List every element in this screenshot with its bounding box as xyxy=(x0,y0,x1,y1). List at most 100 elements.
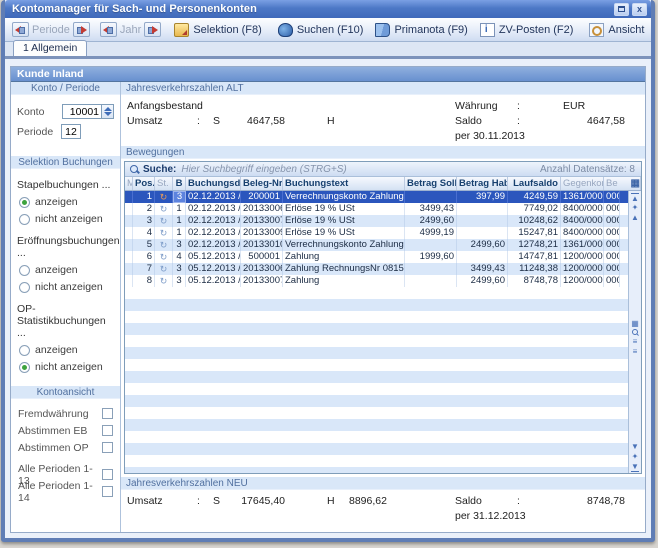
radio-nicht-anzeigen[interactable] xyxy=(19,214,30,225)
column-header[interactable]: St. xyxy=(155,177,173,190)
cell-gegenkonto: 1200/000 xyxy=(561,275,604,287)
card-view-icon[interactable]: ▦ xyxy=(631,319,639,329)
cell-buchungsdatum: 02.12.2013 /Mo xyxy=(186,191,241,203)
section-jvz-alt: Jahresverkehrszahlen ALT xyxy=(121,82,645,95)
periode-next-button[interactable] xyxy=(73,22,90,37)
table-row[interactable]: 6 ↻ 4 05.12.2013 /Do 500001 Zahlung 1999… xyxy=(125,251,628,263)
eroeffnungsbuchungen-title: Eröffnungsbuchungen ... xyxy=(11,235,120,259)
zv-posten-button[interactable]: ZV-Posten (F2) xyxy=(474,20,580,40)
table-row[interactable]: 4 ↻ 1 02.12.2013 /Mo 20133009 Erlöse 19 … xyxy=(125,227,628,239)
column-header[interactable]: Buchungsdatum xyxy=(186,177,241,190)
drucken-button[interactable]: Drucken xyxy=(654,20,658,40)
suchen-button-label: Suchen (F10) xyxy=(297,24,364,36)
list-view-icon[interactable]: ≡ xyxy=(633,337,638,347)
periode-input[interactable] xyxy=(61,124,81,139)
column-header[interactable]: Gegenkonto xyxy=(561,177,604,190)
cell-pos: 8 xyxy=(133,275,155,287)
konto-label: Konto xyxy=(17,106,62,118)
search-binoculars-icon xyxy=(278,23,293,37)
cell-b: 3 xyxy=(173,263,186,275)
konto-input[interactable] xyxy=(62,104,102,119)
scroll-down-icon[interactable]: ▼ xyxy=(631,442,639,452)
column-header[interactable]: Laufsaldo xyxy=(508,177,561,190)
column-header[interactable]: M xyxy=(125,177,133,190)
primanota-button[interactable]: Primanota (F9) xyxy=(369,20,473,40)
colon: : xyxy=(517,100,549,112)
cell-laufsaldo: 8748,78 xyxy=(508,275,561,287)
table-row[interactable]: 1 ↻ 3 02.12.2013 /Mo 200001 Verrechnungs… xyxy=(125,191,628,203)
grid-search-icon[interactable] xyxy=(632,329,639,337)
cell-betrag-soll xyxy=(405,263,457,275)
cell-buchungstext: Zahlung xyxy=(283,275,405,287)
search-input[interactable]: Hier Suchbegriff eingeben (STRG+S) xyxy=(181,164,540,175)
table-row[interactable]: 2 ↻ 1 02.12.2013 /Mo 20133006 Erlöse 19 … xyxy=(125,203,628,215)
umsatz-neu-haben-value: 8896,62 xyxy=(349,495,387,507)
status-refresh-icon: ↻ xyxy=(160,228,168,238)
jahr-prev-button[interactable] xyxy=(100,22,117,37)
goto-record-icon[interactable]: ≡ xyxy=(633,347,638,357)
radio-nicht-anzeigen[interactable] xyxy=(19,362,30,373)
spin-up-icon xyxy=(104,107,112,111)
radio-anzeigen[interactable] xyxy=(19,345,30,356)
abstimmen-op-checkbox[interactable] xyxy=(102,442,113,453)
alle-perioden-14-checkbox[interactable] xyxy=(102,486,113,497)
section-bewegungen: Bewegungen xyxy=(121,146,645,159)
konto-spinner[interactable] xyxy=(102,104,114,119)
cell-status: ↻ xyxy=(155,191,173,203)
cell-status: ↻ xyxy=(155,239,173,251)
cell-beleg-nr: 20133010 xyxy=(241,239,283,251)
cell-betrag-haben: 2499,60 xyxy=(457,239,508,251)
alle-perioden-13-checkbox[interactable] xyxy=(102,469,113,480)
column-header[interactable]: B xyxy=(173,177,186,190)
ansicht-button[interactable]: Ansicht xyxy=(583,20,650,40)
radio-anzeigen[interactable] xyxy=(19,265,30,276)
grid-rows: 1 ↻ 3 02.12.2013 /Mo 200001 Verrechnungs… xyxy=(125,191,628,473)
cell-laufsaldo: 10248,62 xyxy=(508,215,561,227)
radio-anzeigen[interactable] xyxy=(19,197,30,208)
table-row[interactable]: 8 ↻ 3 05.12.2013 /Do 20133007 Zahlung 24… xyxy=(125,275,628,287)
restore-button[interactable] xyxy=(614,3,629,16)
waehrung-label: Währung xyxy=(455,100,517,112)
cell-pos: 2 xyxy=(133,203,155,215)
column-chooser-icon[interactable]: ▦ xyxy=(631,177,640,190)
table-row[interactable]: 5 ↻ 3 02.12.2013 /Mo 20133010 Verrechnun… xyxy=(125,239,628,251)
cell-status: ↻ xyxy=(155,215,173,227)
periode-prev-button[interactable] xyxy=(12,22,29,37)
tab-allgemein[interactable]: 1 Allgemein xyxy=(13,40,87,56)
cell-gegenkonto: 1200/000 xyxy=(561,251,604,263)
jahr-nav-group: Jahr xyxy=(97,20,164,40)
cell-status: ↻ xyxy=(155,251,173,263)
column-header[interactable]: Beleg-Nr. xyxy=(241,177,283,190)
grid-search-bar[interactable]: Suche: Hier Suchbegriff eingeben (STRG+S… xyxy=(125,162,641,177)
selektion-button[interactable]: Selektion (F8) xyxy=(168,20,267,40)
cell-buchungsdatum: 02.12.2013 /Mo xyxy=(186,215,241,227)
jahr-label: Jahr xyxy=(117,24,144,36)
table-row[interactable]: 7 ↻ 3 05.12.2013 /Do 20133006 Zahlung Re… xyxy=(125,263,628,275)
scroll-top-icon[interactable]: ▲ xyxy=(631,193,639,203)
column-header[interactable]: Betrag Soll xyxy=(405,177,457,190)
scroll-bottom-icon[interactable]: ▼ xyxy=(631,462,639,472)
cell-laufsaldo: 14747,81 xyxy=(508,251,561,263)
status-refresh-icon: ↻ xyxy=(160,192,168,202)
jump-down-icon[interactable]: ✦ xyxy=(632,452,639,462)
abstimmen-eb-checkbox[interactable] xyxy=(102,425,113,436)
column-header[interactable]: Buchungstext xyxy=(283,177,405,190)
cell-buchungstext: Verrechnungskonto Zahlungsverkehr xyxy=(283,191,405,203)
jahr-next-button[interactable] xyxy=(144,22,161,37)
fremdwaehrung-checkbox[interactable] xyxy=(102,408,113,419)
column-header[interactable]: Pos. xyxy=(133,177,155,190)
suchen-button[interactable]: Suchen (F10) xyxy=(272,20,370,40)
alle-perioden-14-label: Alle Perioden 1-14 xyxy=(18,480,102,504)
colon: : xyxy=(197,495,213,507)
radio-nicht-anzeigen[interactable] xyxy=(19,282,30,293)
scroll-up-icon[interactable]: ▲ xyxy=(631,213,639,223)
jump-up-icon[interactable]: ✦ xyxy=(632,203,639,213)
table-row[interactable]: 3 ↻ 1 02.12.2013 /Mo 20133007 Erlöse 19 … xyxy=(125,215,628,227)
cell-betrag-soll: 4999,19 xyxy=(405,227,457,239)
radio-label: anzeigen xyxy=(35,264,78,276)
cell-b: 4 xyxy=(173,251,186,263)
search-icon xyxy=(130,165,139,174)
colon: : xyxy=(517,115,549,127)
close-button[interactable]: x xyxy=(632,3,647,16)
column-header[interactable]: Betrag Haben xyxy=(457,177,508,190)
